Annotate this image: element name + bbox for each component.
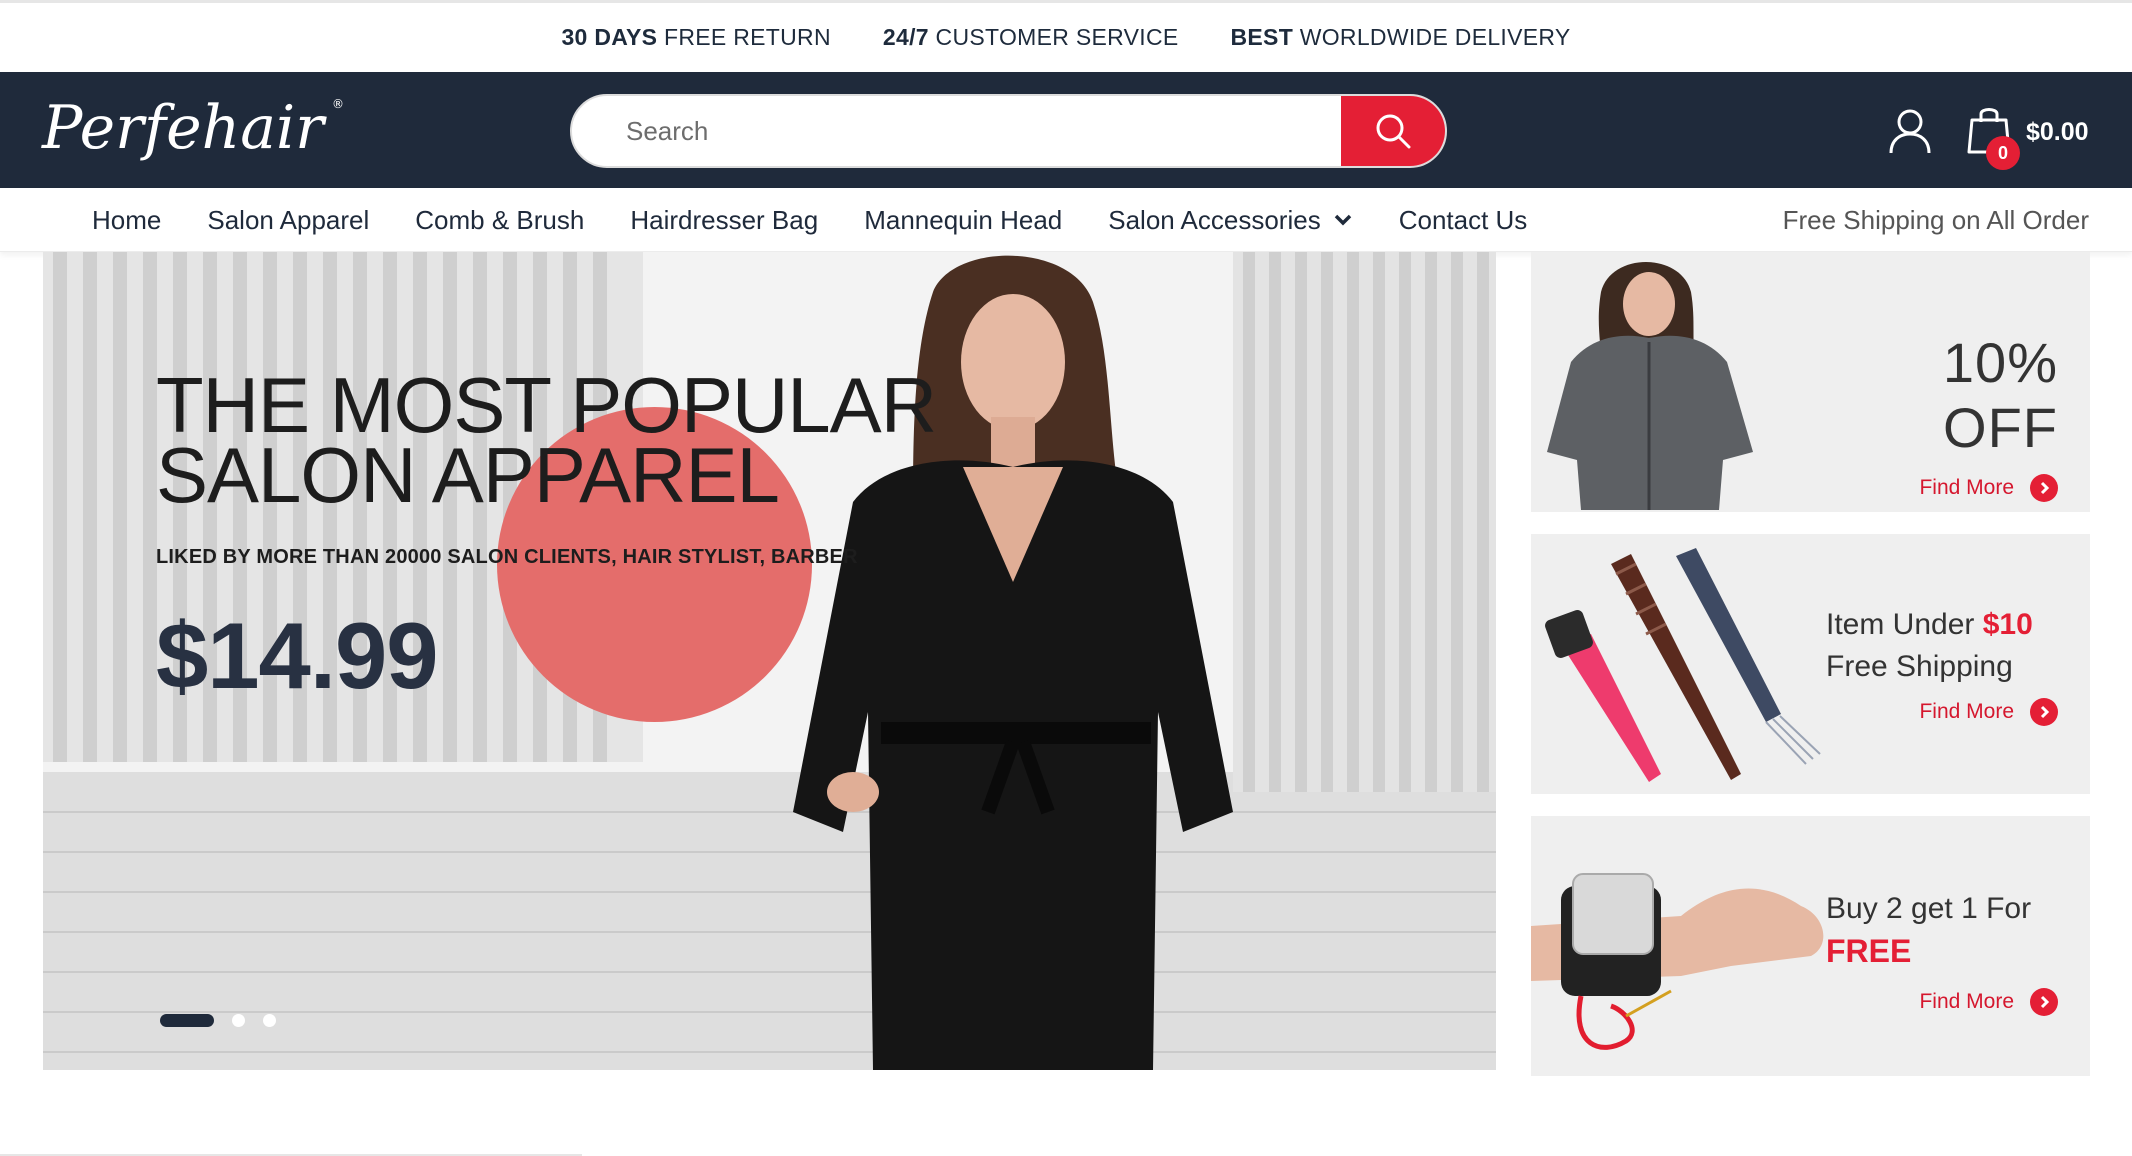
- chevron-down-icon: [1334, 214, 1351, 226]
- nav-item-hairdresser-bag[interactable]: Hairdresser Bag: [630, 205, 818, 236]
- arrow-right-circle-icon: [2030, 474, 2058, 502]
- nav-item-salon-accessories[interactable]: Salon Accessories: [1108, 205, 1352, 236]
- nav-item-contact-us[interactable]: Contact Us: [1399, 205, 1528, 236]
- nav-item-mannequin-head[interactable]: Mannequin Head: [864, 205, 1062, 236]
- svg-text:Perfehair: Perfehair: [41, 93, 327, 163]
- hero-subtitle: LIKED BY MORE THAN 20000 SALON CLIENTS, …: [156, 546, 858, 568]
- promo-banner-discount[interactable]: 10% OFF Find More: [1531, 252, 2090, 512]
- search-icon: [1376, 114, 1411, 149]
- find-more-link[interactable]: Find More: [1826, 988, 2058, 1016]
- cart-total[interactable]: $0.00: [2026, 118, 2089, 147]
- hero-price: $14.99: [156, 603, 439, 708]
- hero-slider[interactable]: THE MOST POPULAR SALON APPAREL LIKED BY …: [43, 252, 1496, 1070]
- search-bar: [570, 94, 1447, 168]
- banner-buy2get1-title: Buy 2 get 1 For: [1826, 892, 2032, 925]
- site-header: Perfehair ® 0 $0.00: [0, 72, 2132, 188]
- nav-item-salon-apparel[interactable]: Salon Apparel: [207, 205, 369, 236]
- arrow-right-circle-icon: [2030, 698, 2058, 726]
- promo-free-return: 30 DAYS FREE RETURN: [561, 24, 831, 50]
- slider-dot-3[interactable]: [263, 1014, 276, 1027]
- user-account-icon[interactable]: [1888, 108, 1932, 154]
- hero-title: THE MOST POPULAR SALON APPAREL: [156, 361, 937, 519]
- promo-banner-buy2get1[interactable]: Buy 2 get 1 For FREE Find More: [1531, 816, 2090, 1076]
- banner-free-label: FREE: [1826, 933, 1912, 969]
- search-input[interactable]: [572, 96, 1341, 166]
- top-announcement-bar: 30 DAYS FREE RETURN 24/7 CUSTOMER SERVIC…: [0, 0, 2132, 72]
- site-logo[interactable]: Perfehair ®: [40, 86, 370, 176]
- slider-pagination: [160, 1014, 276, 1027]
- banner-free-shipping-text: Free Shipping: [1826, 650, 2013, 683]
- slider-dot-2[interactable]: [232, 1014, 245, 1027]
- promo-banner-under-10[interactable]: Item Under $10 Free Shipping Find More: [1531, 534, 2090, 794]
- magnetic-wrist-pin-holder-image: [1531, 873, 1824, 1050]
- find-more-link[interactable]: Find More: [1818, 474, 2058, 502]
- promo-worldwide-delivery: BEST WORLDWIDE DELIVERY: [1230, 24, 1571, 50]
- nav-item-label: Salon Accessories: [1108, 204, 1321, 235]
- promo-customer-service: 24/7 CUSTOMER SERVICE: [882, 24, 1179, 50]
- free-shipping-notice: Free Shipping on All Order: [1782, 204, 2089, 235]
- find-more-link[interactable]: Find More: [1826, 698, 2058, 726]
- nav-item-comb-brush[interactable]: Comb & Brush: [415, 205, 584, 236]
- nav-item-home[interactable]: Home: [92, 205, 161, 236]
- slider-dot-1[interactable]: [160, 1014, 214, 1027]
- arrow-right-circle-icon: [2030, 988, 2058, 1016]
- banner-under-10-title: Item Under $10: [1826, 608, 2033, 641]
- main-nav: Home Salon Apparel Comb & Brush Hairdres…: [0, 188, 2132, 252]
- gray-salon-smock-image: [1547, 262, 1753, 510]
- combs-and-brush-image: [1545, 548, 1821, 782]
- svg-text:®: ®: [332, 97, 344, 111]
- cart-count-badge: 0: [1986, 136, 2020, 170]
- search-button[interactable]: [1341, 96, 1445, 166]
- banner-discount-title: 10% OFF: [1942, 331, 2058, 459]
